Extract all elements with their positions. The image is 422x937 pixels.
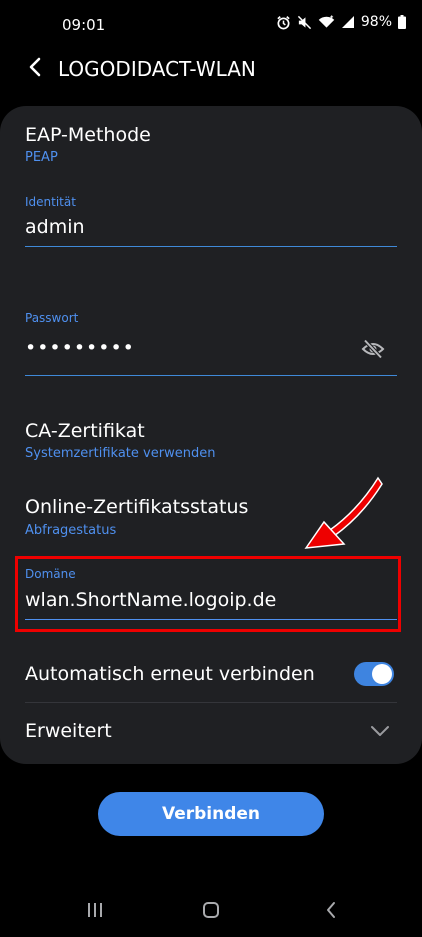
identity-underline [25,246,397,247]
domain-underline [25,619,397,620]
auto-reconnect-label: Automatisch erneut verbinden [25,663,315,685]
ca-certificate-label: CA-Zertifikat [25,420,145,442]
eye-off-icon [361,338,385,364]
identity-field[interactable]: admin [25,216,397,242]
alarm-icon [276,15,291,30]
mute-icon [297,15,312,30]
online-cert-status-label: Online-Zertifikatsstatus [25,496,249,518]
home-icon [202,901,220,924]
wifi-icon [318,15,335,29]
signal-icon [341,15,355,29]
connect-button[interactable]: Verbinden [98,792,324,836]
identity-label: Identität [25,195,76,209]
password-label: Passwort [25,311,79,325]
back-nav-button[interactable] [311,897,351,927]
domain-field[interactable]: wlan.ShortName.logoip.de [25,589,397,615]
toggle-knob [372,664,392,684]
domain-label: Domäne [25,567,76,581]
status-time: 09:01 [62,16,106,34]
password-field[interactable]: ••••••••• [25,337,345,363]
ca-certificate-value: Systemzertifikate verwenden [25,446,216,461]
page-title: LOGODIDACT-WLAN [55,55,259,83]
chevron-down-icon [368,722,392,745]
online-cert-status-value: Abfragestatus [25,523,117,538]
back-icon [325,901,337,924]
status-icons: 98% [276,14,406,30]
eap-method-value: PEAP [25,150,58,165]
auto-reconnect-toggle[interactable] [354,662,394,686]
battery-icon [398,15,406,29]
advanced-label: Erweitert [25,720,112,742]
battery-percent: 98% [360,14,392,30]
annotation-arrow [300,474,390,559]
divider [25,702,397,703]
recent-apps-button[interactable] [75,897,115,927]
chevron-left-icon [28,57,42,82]
back-button[interactable] [18,52,52,86]
password-underline [25,375,397,376]
recent-apps-icon [86,902,104,923]
eap-method-label: EAP-Methode [25,124,151,146]
home-button[interactable] [191,897,231,927]
password-visibility-toggle[interactable] [358,337,388,365]
